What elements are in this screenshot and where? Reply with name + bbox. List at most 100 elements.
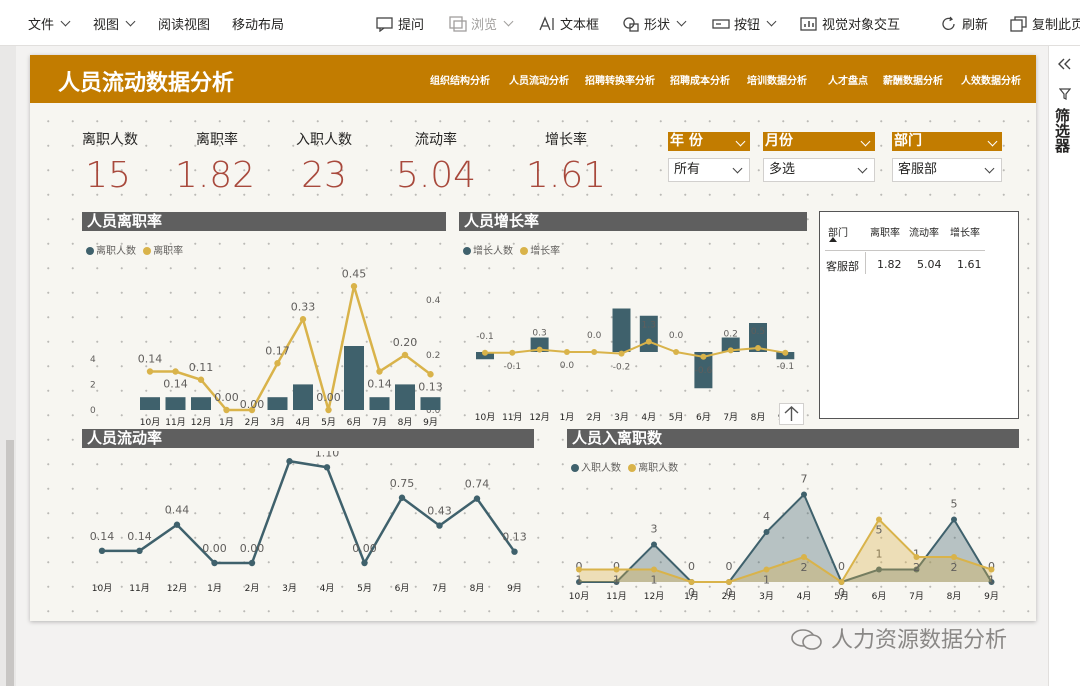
line-point [473,495,481,502]
x-tick-label: 6月 [347,417,362,428]
x-tick-label: 12月 [191,417,211,428]
line-point [988,566,995,573]
shape-icon [623,16,639,32]
data-label: 0.00 [316,391,341,404]
kpi-label: 增长率 [545,132,587,148]
data-label: 7 [801,473,808,486]
line-point [563,349,570,355]
file-menu[interactable]: 文件 [28,14,71,33]
arrow-up-icon [784,406,799,421]
nav-org-structure[interactable]: 组织结构分析 [430,72,490,87]
line-point [197,376,205,383]
data-label: 4 [763,510,770,523]
reading-view-button[interactable]: 阅读视图 [158,14,210,33]
ask-button[interactable]: 提问 [376,14,424,33]
kpi-label: 离职人数 [82,132,138,148]
slicer-dept-dropdown[interactable]: 客服部 [892,158,1002,182]
x-tick-label: 3月 [759,591,774,602]
data-label: 0.00 [240,542,265,555]
flow-rate-chart: 0.14 10月 0.14 11月 0.44 12月 0.00 1月 0.00 2月 1.17 3月 1… [90,451,527,594]
inout-count-chart: 00300470115011100120522110月11月12月1月2月3月4… [569,473,999,603]
bar [191,397,211,410]
divider [825,250,985,251]
line-point [651,566,657,573]
line-point [511,548,518,555]
nav-talent-review[interactable]: 人才盘点 [828,72,868,87]
x-tick-label: 1月 [560,412,575,423]
data-label: 1.3 [642,321,656,331]
line-point [782,349,789,356]
data-label: 1.10 [315,451,340,459]
chevron-down-icon [735,136,746,147]
table-header[interactable]: 增长率 [950,224,980,239]
line-point [427,371,434,378]
data-label: 0 [838,560,845,573]
line-point [618,350,625,357]
collapse-pane-icon[interactable] [1058,58,1072,70]
visual-interaction-button[interactable]: 视觉对象交互 [800,14,900,33]
data-label: 0.14 [138,353,163,366]
line-point [876,516,882,523]
x-tick-label: 12月 [529,412,549,423]
x-tick-label: 2月 [245,417,260,428]
x-tick-label: 9月 [984,591,999,602]
inout-count-title: 人员入离职数 [567,429,1019,448]
visual-interaction-icon [800,16,817,31]
data-label: 1 [988,574,995,587]
legend-dot [463,247,471,255]
x-tick-label: 5月 [669,412,684,423]
mobile-layout-button[interactable]: 移动布局 [232,14,284,33]
kpi-label: 离职率 [196,132,238,148]
table-header[interactable]: 离职率 [870,224,900,239]
copy-icon [1010,15,1027,32]
vertical-scrollbar[interactable] [6,440,14,686]
textbox-icon [539,15,554,30]
data-label: 0.43 [427,505,452,518]
browse-button[interactable]: 浏览 [449,14,514,33]
drill-up-button[interactable] [779,403,804,425]
slicer-month-header[interactable]: 月份 [763,132,875,151]
line-point [211,559,218,567]
nav-recruit-cost[interactable]: 招聘成本分析 [670,72,730,87]
bar [395,384,415,410]
data-label: 0.14 [127,530,152,543]
nav-staff-flow[interactable]: 人员流动分析 [509,72,569,87]
slicer-year-header[interactable]: 年 份 [668,132,750,151]
chevron-down-icon [676,16,687,27]
data-label: 0.11 [189,361,214,374]
copy-page-button[interactable]: 复制此页 [1010,14,1080,33]
data-label: -0.6 [695,366,713,376]
table-cell: 1.61 [957,258,982,271]
slicer-month-dropdown[interactable]: 多选 [763,158,875,182]
data-label: 0.13 [502,531,527,544]
data-label: 0.0 [587,331,602,341]
kpi-value: 1.82 [174,155,256,196]
data-label: 0.00 [214,391,239,404]
refresh-button[interactable]: 刷新 [940,14,988,33]
x-tick-label: 3月 [282,583,297,594]
shape-button[interactable]: 形状 [622,14,687,33]
x-tick-label: 10月 [92,583,112,594]
button-menu[interactable]: 按钮 [712,14,777,33]
nav-efficiency[interactable]: 人效数据分析 [961,72,1021,87]
slicer-year-dropdown[interactable]: 所有 [668,158,750,182]
report-title: 人员流动数据分析 [58,71,235,96]
chevron-down-icon [60,16,71,27]
nav-training[interactable]: 培训数据分析 [747,72,807,87]
textbox-button[interactable]: 文本框 [538,14,599,33]
line-point [323,464,331,471]
bar [612,308,631,352]
bar [165,397,186,410]
line-point [613,566,620,573]
view-menu[interactable]: 视图 [93,14,136,33]
line-point [576,566,582,573]
line-point [763,529,770,535]
data-label: 0.44 [165,504,190,517]
x-tick-label: 11月 [606,591,626,602]
nav-salary[interactable]: 薪酬数据分析 [883,72,943,87]
table-header[interactable]: 流动率 [909,224,939,239]
growth-rate-chart: 10月11月12月1月2月3月4月5月6月7月8月9月-0.1-0.10.30.… [475,308,795,423]
nav-recruit-conversion[interactable]: 招聘转换率分析 [585,72,655,87]
line-point [172,368,179,375]
slicer-dept-header[interactable]: 部门 [892,132,1002,151]
